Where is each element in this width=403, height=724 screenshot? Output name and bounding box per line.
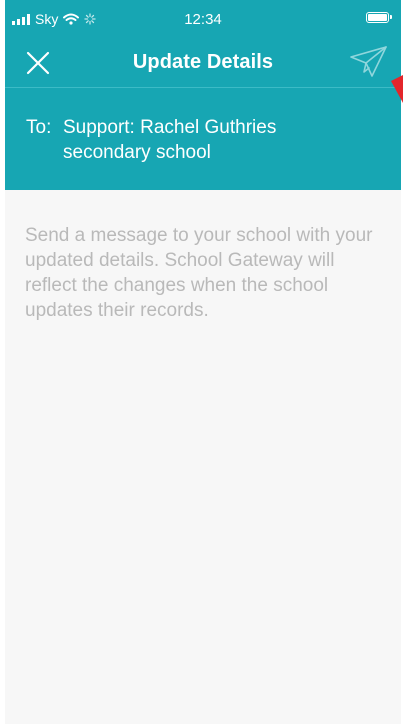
battery-icon [366,12,392,23]
pointer-arrow-icon [391,75,403,103]
recipient-value: Support: Rachel Guthries secondary schoo… [63,117,277,163]
page-title: Update Details [132,51,274,73]
message-input[interactable]: Send a message to your school with your … [5,190,401,724]
paper-plane-icon[interactable] [349,45,389,79]
status-bar: Sky 12:34 [5,0,401,39]
recipient-label: To: [26,117,52,138]
app-screen: Sky 12:34 Update Details To: Support: Ra… [5,0,401,724]
status-time: 12:34 [184,11,222,28]
navigation-bar: Update Details [5,39,401,87]
message-placeholder: Send a message to your school with your … [25,225,373,321]
recipient-section: To: Support: Rachel Guthries secondary s… [5,88,401,190]
